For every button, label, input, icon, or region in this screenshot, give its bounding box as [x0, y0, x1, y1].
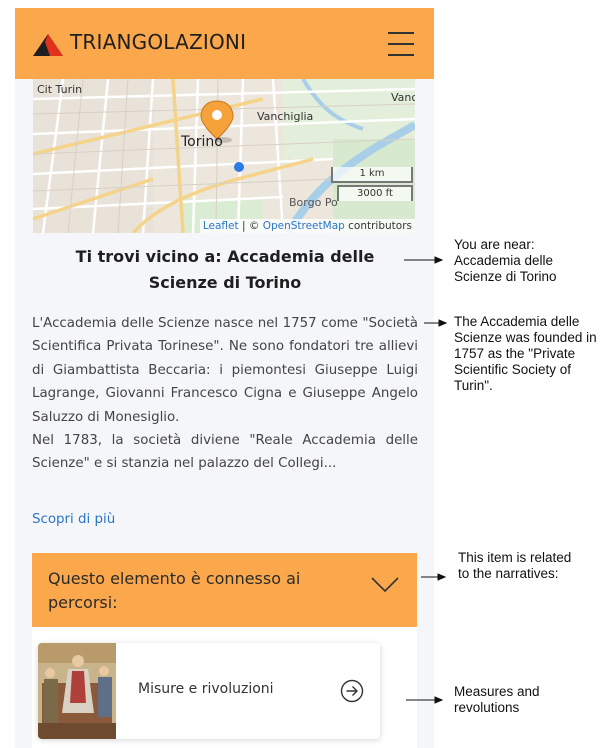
annotation-measures: Measures and revolutions	[454, 684, 540, 715]
annotation-near: You are near: Accademia delle Scienze di…	[454, 237, 557, 284]
annotation-related: This item is related to the narratives:	[458, 550, 572, 581]
annotation-founded: The Accademia delle Scienze was founded …	[454, 314, 597, 393]
